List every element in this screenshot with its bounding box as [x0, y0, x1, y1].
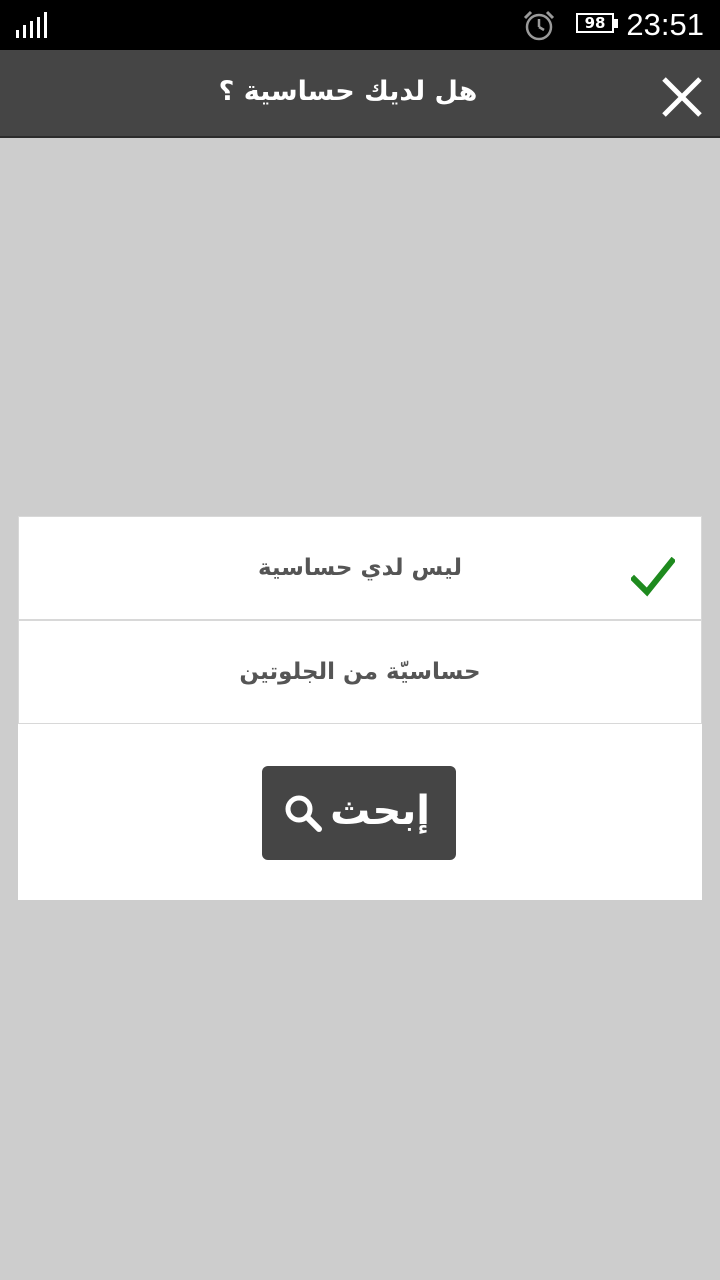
- alarm-icon: [523, 10, 555, 41]
- search-icon: [285, 795, 322, 832]
- allergy-options-card: ليس لدي حساسية حساسيّة من الجلوتين إبحث: [18, 516, 702, 900]
- battery-level: 98: [584, 14, 606, 32]
- option-gluten-allergy[interactable]: حساسيّة من الجلوتين: [18, 620, 702, 724]
- option-no-allergy[interactable]: ليس لدي حساسية: [18, 516, 702, 620]
- checkmark-icon: [631, 557, 675, 597]
- option-label: حساسيّة من الجلوتين: [239, 659, 481, 685]
- search-button-label: إبحث: [330, 788, 430, 834]
- battery-icon: 98: [576, 13, 614, 33]
- search-button[interactable]: إبحث: [262, 766, 456, 860]
- option-label: ليس لدي حساسية: [257, 555, 463, 581]
- status-clock: 23:51: [626, 7, 704, 42]
- app-bar: هل لديك حساسية ؟: [0, 50, 720, 138]
- search-area: إبحث: [20, 726, 700, 900]
- battery-nub: [614, 19, 618, 28]
- close-icon[interactable]: [660, 75, 704, 119]
- page-title: هل لديك حساسية ؟: [218, 76, 478, 107]
- signal-icon: [16, 12, 47, 38]
- status-bar: 98 23:51: [0, 0, 720, 50]
